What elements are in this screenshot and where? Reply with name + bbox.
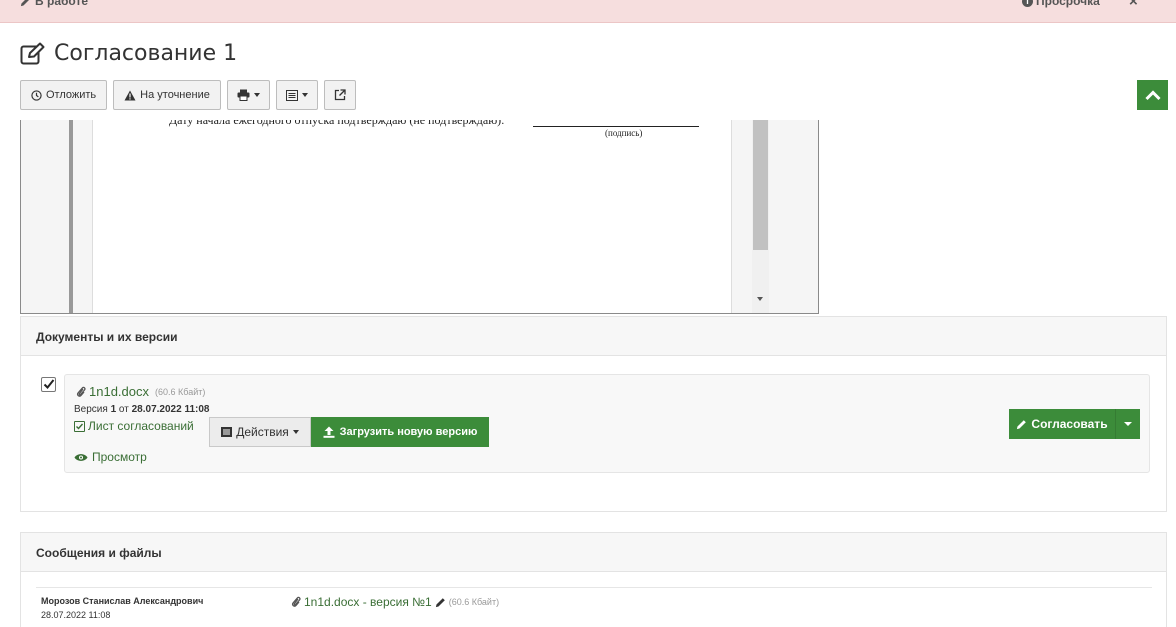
paperclip-icon [292, 596, 301, 607]
status-indicator: В работе [20, 0, 88, 8]
documents-panel-header: Документы и их версии [21, 317, 1166, 356]
status-label: В работе [35, 0, 88, 8]
scroll-up-button[interactable] [1137, 80, 1168, 110]
approve-dropdown-toggle[interactable] [1116, 409, 1140, 439]
signature-caption: (подпись) [605, 128, 643, 138]
overdue-indicator: i Просрочка [1022, 0, 1100, 8]
documents-panel: Документы и их версии 1n1d.docx (60.6 Кб… [20, 316, 1167, 512]
clarify-button[interactable]: На уточнение [113, 80, 221, 110]
scrollbar-thumb[interactable] [753, 120, 768, 250]
chevron-down-icon [253, 93, 260, 97]
postpone-label: Отложить [46, 89, 97, 101]
upload-label: Загрузить новую версию [339, 426, 478, 438]
approve-label: Согласовать [1031, 417, 1108, 431]
pencil-icon [1017, 419, 1027, 429]
message-date: 28.07.2022 11:08 [41, 610, 111, 620]
print-dropdown-button[interactable] [226, 80, 270, 110]
document-preview[interactable]: Дату начала ежегодного отпуска подтвержд… [20, 120, 819, 314]
version-from: от [118, 404, 129, 415]
actions-label: Действия [236, 425, 289, 439]
upload-new-version-button[interactable]: Загрузить новую версию [311, 417, 489, 447]
toolbar: Отложить На уточнение [20, 80, 356, 110]
clarify-label: На уточнение [140, 89, 210, 101]
version-date: 28.07.2022 11:08 [131, 404, 210, 415]
preview-scrollbar[interactable] [752, 120, 769, 313]
actions-dropdown-button[interactable]: Действия [209, 417, 311, 447]
document-file-link[interactable]: 1n1d.docx (60.6 Кбайт) [76, 384, 205, 399]
messages-panel: Сообщения и файлы Морозов Станислав Алек… [20, 532, 1167, 627]
edit-icon [20, 42, 45, 64]
approval-sheet-link[interactable]: Лист согласований [74, 419, 194, 433]
document-file-name: 1n1d.docx [89, 384, 149, 399]
chevron-down-icon [1124, 422, 1132, 426]
signature-line [533, 126, 699, 127]
view-label: Просмотр [92, 450, 147, 464]
message-author: Морозов Станислав Александрович [41, 596, 204, 606]
preview-page: Дату начала ежегодного отпуска подтвержд… [92, 120, 732, 313]
chevron-down-icon [292, 430, 299, 434]
preview-text-line: Дату начала ежегодного отпуска подтвержд… [169, 120, 505, 127]
chevron-up-icon [1144, 89, 1161, 100]
message-file-size: (60.6 Кбайт) [448, 597, 500, 607]
open-external-button[interactable] [323, 80, 356, 110]
scroll-down-arrow-icon[interactable] [757, 297, 763, 301]
approve-button[interactable]: Согласовать [1009, 409, 1116, 439]
pencil-icon [20, 0, 29, 6]
version-number: 1 [110, 404, 117, 415]
page-title-text: Согласование 1 [54, 41, 238, 66]
document-version-info: Версия 1 от 28.07.2022 11:08 [74, 404, 209, 415]
page-title: Согласование 1 [20, 41, 237, 66]
messages-panel-header: Сообщения и файлы [21, 533, 1166, 572]
version-prefix: Версия [74, 404, 108, 415]
overdue-label: Просрочка [1036, 0, 1100, 8]
postpone-button[interactable]: Отложить [20, 80, 108, 110]
print-icon [237, 89, 250, 101]
external-link-icon [334, 89, 346, 101]
checkbox-icon [74, 420, 85, 432]
close-icon[interactable]: × [1129, 0, 1138, 10]
chevron-down-icon [301, 93, 308, 97]
approve-split-button: Согласовать [1009, 409, 1140, 439]
view-link[interactable]: Просмотр [74, 450, 147, 464]
list-icon [285, 89, 298, 101]
paperclip-icon [77, 386, 86, 397]
list-dropdown-button[interactable] [275, 80, 318, 110]
warning-icon [124, 90, 136, 100]
preview-margin [69, 120, 73, 313]
document-file-size: (60.6 Кбайт) [155, 386, 206, 397]
upload-icon [323, 426, 335, 438]
document-card: 1n1d.docx (60.6 Кбайт) Версия 1 от 28.07… [64, 374, 1150, 473]
clock-icon [31, 89, 42, 101]
eye-icon [74, 453, 88, 461]
checkmark-icon [43, 379, 55, 389]
divider [36, 587, 1152, 588]
info-icon: i [1022, 0, 1033, 7]
pencil-icon[interactable] [435, 597, 446, 608]
document-checkbox[interactable] [41, 377, 56, 392]
list-icon [221, 427, 233, 437]
message-file-link[interactable]: 1n1d.docx - версия №1 (60.6 Кбайт) [291, 595, 499, 609]
message-file-label: 1n1d.docx - версия №1 [304, 595, 432, 609]
status-bar: В работе i Просрочка × [0, 0, 1176, 23]
approval-sheet-label: Лист согласований [88, 419, 194, 433]
